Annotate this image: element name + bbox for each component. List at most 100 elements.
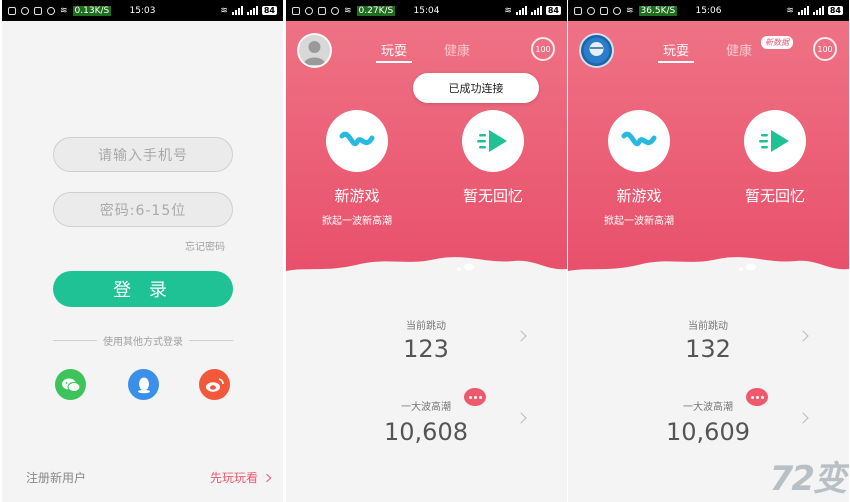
network-speed: 36.5K/S	[638, 5, 678, 16]
network-speed: 0.27K/S	[356, 5, 396, 16]
user-avatar[interactable]	[297, 33, 332, 68]
hero-panel: 玩耍 健康 新数据 100 新游戏 掀起一波新高潮 暂无回忆	[568, 21, 849, 286]
qq-login-button[interactable]	[128, 369, 159, 400]
password-input[interactable]: 密码:6-15位	[53, 192, 233, 227]
tab-underline	[376, 61, 412, 63]
clock: 15:04	[413, 5, 440, 16]
hero-panel: 玩耍 健康 100 已成功连接 新游戏 掀起一波新高潮 暂无回忆	[286, 21, 567, 286]
new-game-title: 新游戏	[616, 187, 662, 205]
wifi-icon: ≋	[504, 5, 512, 16]
tab-health[interactable]: 健康	[726, 40, 752, 59]
location-icon	[305, 6, 313, 15]
new-game-title: 新游戏	[334, 187, 380, 205]
score-badge[interactable]: 100	[813, 37, 837, 61]
status-bar: ≋ 0.13K/S 15:03 ≋ 84	[2, 0, 283, 21]
no-memory-title: 暂无回忆	[462, 187, 523, 205]
site-watermark: 72变	[769, 459, 847, 499]
user-avatar[interactable]	[579, 33, 614, 68]
wave-icon	[339, 131, 375, 147]
location-icon	[587, 6, 595, 15]
signal-icon	[231, 6, 243, 15]
home-screen-connected: ≋ 0.27K/S 15:04 ≋ 84 玩耍 健康 100 已成功连接 新游戏…	[286, 0, 567, 502]
tab-underline	[658, 61, 694, 63]
location-icon	[21, 6, 29, 15]
signal-icon	[246, 6, 258, 15]
other-login-divider: 使用其他方式登录	[53, 333, 233, 348]
phone-input[interactable]: 请输入手机号	[53, 137, 233, 172]
new-data-tag: 新数据	[761, 36, 793, 49]
chevron-right-icon[interactable]	[797, 330, 809, 342]
notification-icon	[574, 6, 582, 15]
memory-button[interactable]	[744, 110, 806, 172]
signal-icon	[797, 6, 809, 15]
divider-line	[53, 340, 97, 341]
qq-icon	[137, 377, 150, 393]
alarm-icon	[331, 6, 339, 15]
tab-play[interactable]: 玩耍	[663, 40, 689, 59]
bluetooth-icon	[318, 6, 326, 15]
new-game-button[interactable]	[608, 110, 670, 172]
chevron-right-icon	[262, 473, 272, 482]
status-bar: ≋ 0.27K/S 15:04 ≋ 84	[286, 0, 567, 21]
divider-line	[189, 340, 233, 341]
new-game-subtitle: 掀起一波新高潮	[322, 216, 392, 227]
signal-icon	[515, 6, 527, 15]
notification-icon	[292, 6, 300, 15]
login-screen: ≋ 0.13K/S 15:03 ≋ 84 请输入手机号 密码:6-15位 忘记密…	[2, 0, 283, 502]
wifi-icon: ≋	[60, 5, 68, 16]
new-game-button[interactable]	[326, 110, 388, 172]
big-wave-label: 一大波高潮	[683, 402, 733, 413]
bluetooth-icon	[600, 6, 608, 15]
try-play-link[interactable]: 先玩玩看	[210, 469, 272, 486]
tab-play[interactable]: 玩耍	[381, 40, 407, 59]
wave-icon	[621, 131, 657, 147]
alarm-icon	[613, 6, 621, 15]
bluetooth-icon	[34, 6, 42, 15]
play-icon	[759, 130, 789, 152]
big-wave-label: 一大波高潮	[401, 402, 451, 413]
wifi-icon: ≋	[786, 5, 794, 16]
login-button[interactable]: 登 录	[53, 271, 233, 307]
home-screen-new-data: ≋ 36.5K/S 15:06 ≋ 84 玩耍 健康 新数据 100 新游戏 掀…	[568, 0, 849, 502]
battery-level: 84	[545, 6, 561, 15]
battery-level: 84	[827, 6, 843, 15]
custom-avatar-icon	[583, 37, 610, 64]
current-beat-value: 123	[403, 335, 449, 363]
current-beat-label: 当前跳动	[688, 321, 728, 332]
weibo-login-button[interactable]	[199, 369, 230, 400]
notification-icon	[8, 6, 16, 15]
signal-icon	[530, 6, 542, 15]
wifi-icon: ≋	[344, 5, 352, 16]
current-beat-label: 当前跳动	[406, 321, 446, 332]
big-wave-value: 10,609	[666, 418, 750, 446]
chevron-right-icon[interactable]	[515, 330, 527, 342]
network-speed: 0.13K/S	[72, 5, 112, 16]
memory-button[interactable]	[462, 110, 524, 172]
no-memory-title: 暂无回忆	[744, 187, 805, 205]
try-play-label: 先玩玩看	[210, 471, 259, 485]
forgot-password-link[interactable]: 忘记密码	[185, 238, 225, 253]
tab-health[interactable]: 健康	[444, 40, 470, 59]
wechat-icon	[61, 378, 80, 392]
play-icon	[477, 130, 507, 152]
screenshot-collage: ≋ 0.13K/S 15:03 ≋ 84 请输入手机号 密码:6-15位 忘记密…	[0, 0, 850, 502]
big-wave-value: 10,608	[384, 418, 468, 446]
connected-toast: 已成功连接	[413, 73, 539, 103]
alarm-icon	[47, 6, 55, 15]
wifi-icon: ≋	[220, 5, 228, 16]
signal-icon	[812, 6, 824, 15]
clock: 15:03	[129, 5, 156, 16]
wifi-icon: ≋	[626, 5, 634, 16]
status-bar: ≋ 36.5K/S 15:06 ≋ 84	[568, 0, 849, 21]
score-badge[interactable]: 100	[531, 37, 555, 61]
chevron-right-icon[interactable]	[515, 412, 527, 424]
chevron-right-icon[interactable]	[797, 412, 809, 424]
weibo-icon	[205, 377, 224, 392]
register-link[interactable]: 注册新用户	[26, 469, 86, 486]
battery-level: 84	[261, 6, 277, 15]
clock: 15:06	[695, 5, 722, 16]
other-login-label: 使用其他方式登录	[103, 337, 183, 348]
default-avatar-icon	[303, 41, 326, 65]
wechat-login-button[interactable]	[55, 369, 86, 400]
new-game-subtitle: 掀起一波新高潮	[604, 216, 674, 227]
